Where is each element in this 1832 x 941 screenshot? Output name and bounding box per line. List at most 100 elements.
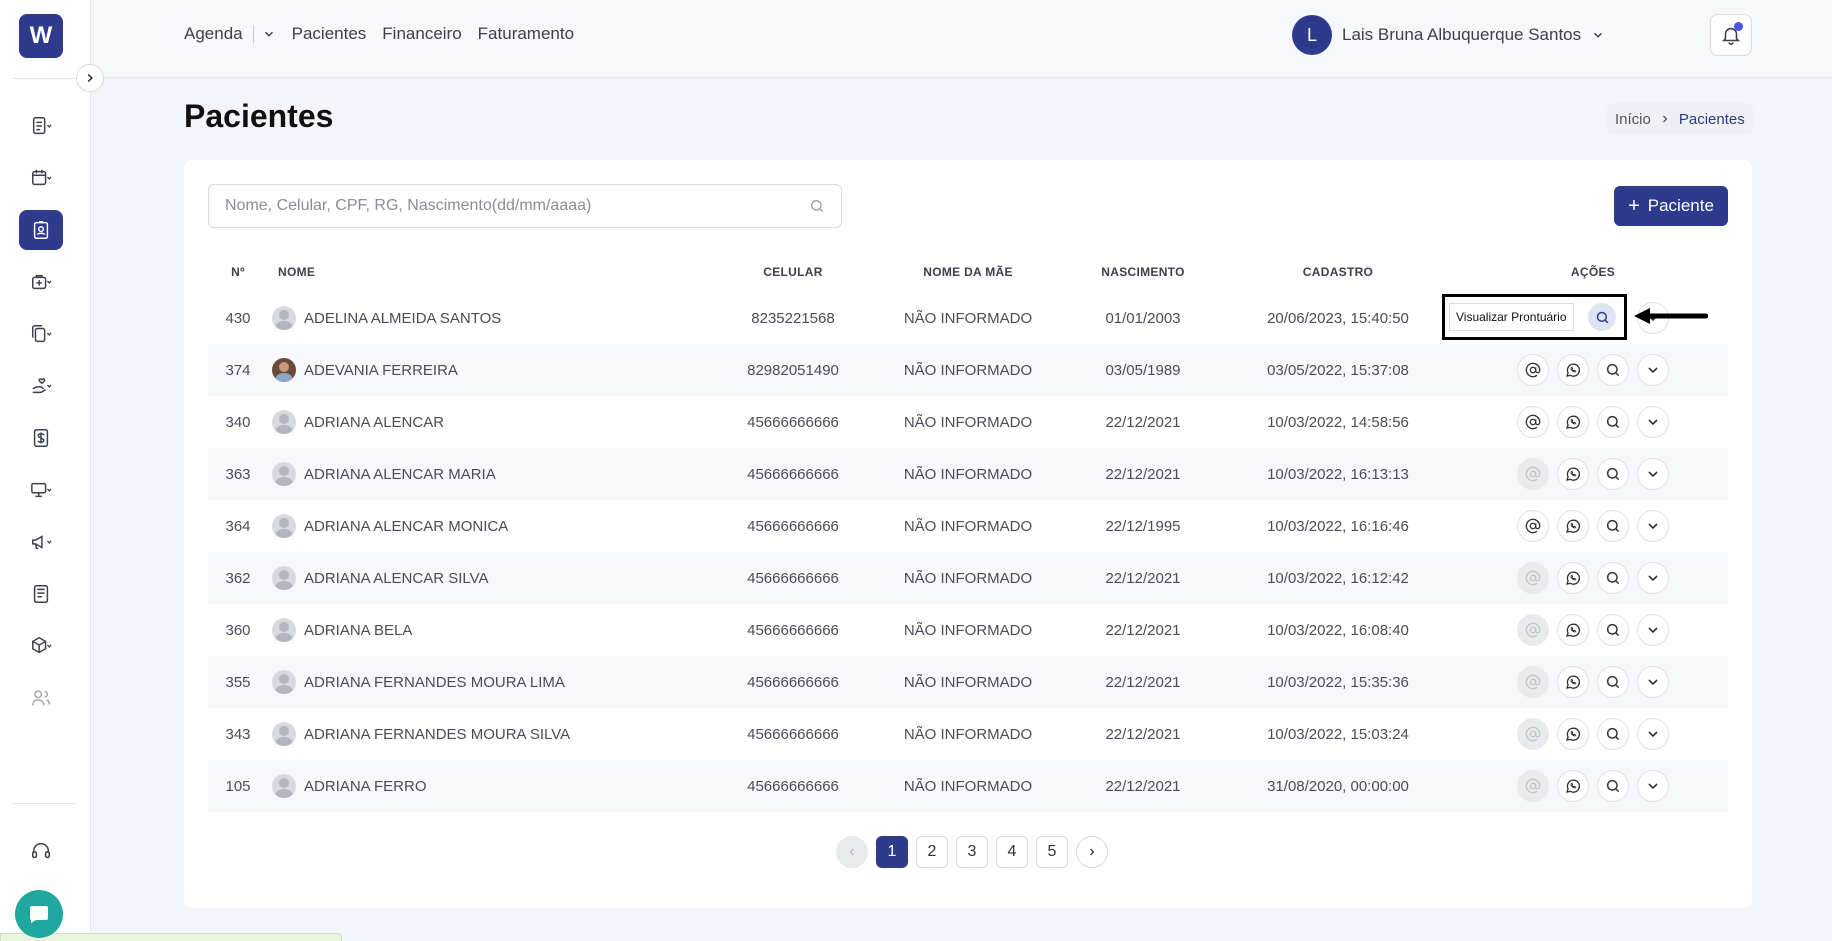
email-button[interactable] [1517,562,1549,594]
more-options-button[interactable] [1637,614,1669,646]
whatsapp-button[interactable] [1557,770,1589,802]
topnav-financeiro[interactable]: Financeiro [382,24,461,44]
prev-page-button[interactable] [836,836,868,868]
sidebar-item-documents[interactable] [19,314,63,354]
patient-name[interactable]: ADRIANA FERNANDES MOURA LIMA [304,674,565,691]
patient-name[interactable]: ADRIANA FERNANDES MOURA SILVA [304,726,570,743]
sidebar-item-calendar[interactable] [19,158,63,198]
sidebar-item-patients[interactable] [19,210,63,250]
email-button[interactable] [1517,770,1549,802]
cell-cel: 45666666666 [747,569,839,587]
table-row[interactable]: 343 ADRIANA FERNANDES MOURA SILVA 45666666… [208,708,1728,760]
email-button[interactable] [1517,614,1549,646]
table-row[interactable]: 363 ADRIANA ALENCAR MARIA 45666666666 NÃO I… [208,448,1728,500]
notifications-button[interactable] [1710,14,1752,56]
sidebar-item-reports[interactable] [19,574,63,614]
more-options-button[interactable] [1637,354,1669,386]
patient-name[interactable]: ADRIANA FERRO [304,778,427,795]
view-record-button[interactable] [1597,666,1629,698]
table-row[interactable]: 362 ADRIANA ALENCAR SILVA 45666666666 NÃO I… [208,552,1728,604]
chat-button[interactable] [15,890,63,938]
whatsapp-button[interactable] [1557,458,1589,490]
view-record-button[interactable] [1597,354,1629,386]
sidebar-item-monitor[interactable] [19,470,63,510]
email-button[interactable] [1517,666,1549,698]
whatsapp-button[interactable] [1557,562,1589,594]
view-record-button[interactable] [1597,406,1629,438]
header-nasc[interactable]: NASCIMENTO [1068,265,1218,279]
email-button[interactable] [1517,718,1549,750]
email-button[interactable] [1517,458,1549,490]
search-icon [1605,570,1621,586]
sidebar-item-care[interactable] [19,366,63,406]
view-record-button[interactable] [1588,303,1616,331]
patient-name[interactable]: ADRIANA ALENCAR MARIA [304,466,496,483]
view-record-button[interactable] [1597,510,1629,542]
patient-name[interactable]: ADEVANIA FERREIRA [304,362,458,379]
sidebar-toggle-button[interactable] [76,64,104,92]
add-patient-button[interactable]: + Paciente [1614,186,1728,226]
sidebar-item-finance[interactable] [19,418,63,458]
sidebar-item-inventory[interactable] [19,626,63,666]
search-input[interactable] [225,197,809,215]
page-button-3[interactable]: 3 [956,836,988,868]
breadcrumb-home[interactable]: Início [1615,111,1651,128]
table-row[interactable]: 355 ADRIANA FERNANDES MOURA LIMA 456666666… [208,656,1728,708]
header-cad[interactable]: CADASTRO [1218,265,1458,279]
sidebar-item-support[interactable] [19,831,63,871]
whatsapp-button[interactable] [1557,614,1589,646]
view-record-button[interactable] [1597,718,1629,750]
page-button-2[interactable]: 2 [916,836,948,868]
table-row[interactable]: 105 ADRIANA FERRO 45666666666 NÃO INFORMADO… [208,760,1728,812]
view-record-button[interactable] [1597,770,1629,802]
agenda-dropdown-toggle[interactable] [262,27,276,41]
more-options-button[interactable] [1637,406,1669,438]
sidebar-item-users[interactable] [19,678,63,718]
topnav-pacientes[interactable]: Pacientes [292,24,367,44]
patient-name[interactable]: ADRIANA ALENCAR SILVA [304,570,489,587]
page-button-5[interactable]: 5 [1036,836,1068,868]
page-button-4[interactable]: 4 [996,836,1028,868]
email-button[interactable] [1517,406,1549,438]
email-button[interactable] [1517,510,1549,542]
header-name[interactable]: NOME [268,265,718,279]
table-row[interactable]: 374 ADEVANIA FERREIRA 82982051490 NÃO INFOR… [208,344,1728,396]
patient-name[interactable]: ADRIANA ALENCAR MONICA [304,518,508,535]
patient-name[interactable]: ADRIANA BELA [304,622,412,639]
whatsapp-button[interactable] [1557,666,1589,698]
view-record-button[interactable] [1597,458,1629,490]
more-options-button[interactable] [1637,458,1669,490]
patient-name[interactable]: ADELINA ALMEIDA SANTOS [304,310,501,327]
more-options-button[interactable] [1637,562,1669,594]
cell-no: 355 [225,673,251,691]
header-mae[interactable]: NOME DA MÃE [868,265,1068,279]
header-cel[interactable]: CELULAR [718,265,868,279]
more-options-button[interactable] [1637,770,1669,802]
sidebar-item-records[interactable] [19,106,63,146]
table-row[interactable]: 340 ADRIANA ALENCAR 45666666666 NÃO INFORMA… [208,396,1728,448]
patient-name[interactable]: ADRIANA ALENCAR [304,414,444,431]
table-row[interactable]: 364 ADRIANA ALENCAR MONICA 45666666666 NÃO … [208,500,1728,552]
whatsapp-button[interactable] [1557,718,1589,750]
view-record-button[interactable] [1597,562,1629,594]
whatsapp-button[interactable] [1557,354,1589,386]
whatsapp-button[interactable] [1557,510,1589,542]
table-row[interactable]: 360 ADRIANA BELA 45666666666 NÃO INFORMADO 2… [208,604,1728,656]
app-logo[interactable]: W [19,14,63,58]
email-button[interactable] [1517,354,1549,386]
topnav-faturamento[interactable]: Faturamento [478,24,574,44]
whatsapp-button[interactable] [1557,406,1589,438]
more-options-button[interactable] [1637,666,1669,698]
user-menu[interactable]: L Lais Bruna Albuquerque Santos [1292,15,1605,55]
sidebar-item-marketing[interactable] [19,522,63,562]
search-icon[interactable] [809,198,825,214]
view-record-button[interactable] [1597,614,1629,646]
more-options-button[interactable] [1637,718,1669,750]
more-options-button[interactable] [1637,510,1669,542]
cell-name: ADRIANA ALENCAR MONICA [268,514,718,538]
header-no[interactable]: Nº [208,265,268,279]
next-page-button[interactable] [1076,836,1108,868]
sidebar-item-medical[interactable] [19,262,63,302]
topnav-agenda[interactable]: Agenda [184,24,243,44]
page-button-1[interactable]: 1 [876,836,908,868]
